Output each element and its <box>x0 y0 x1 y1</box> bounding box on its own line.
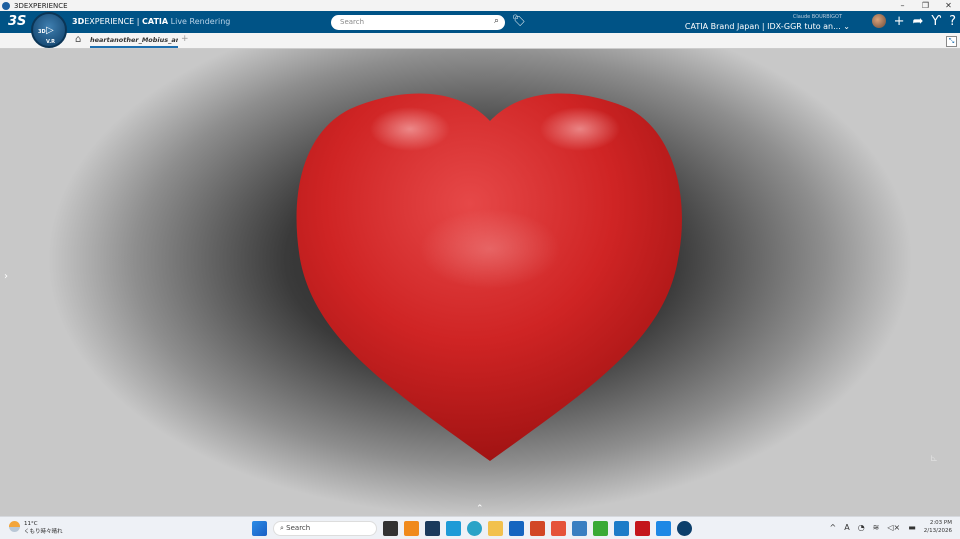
close-button[interactable]: ✕ <box>937 0 960 11</box>
tag-icon[interactable]: 🏷 <box>512 14 526 27</box>
fullscreen-icon[interactable]: ⤡ <box>946 36 957 47</box>
logitech-icon[interactable] <box>446 521 461 536</box>
play-icon[interactable]: ▷ <box>46 25 54 36</box>
action-bar-toggle-icon[interactable]: ⌃ <box>476 504 484 514</box>
start-icon[interactable] <box>252 521 267 536</box>
app-chart-icon[interactable] <box>614 521 629 536</box>
task-view-icon[interactable] <box>383 521 398 536</box>
community-icon[interactable]: Ƴ <box>931 14 941 30</box>
add-tab-button[interactable]: + <box>181 34 189 44</box>
search-input[interactable]: Search ⌕ <box>331 15 505 30</box>
axis-triad-icon[interactable]: ⊾ <box>930 453 938 464</box>
wifi-icon[interactable]: ≋ <box>873 523 880 532</box>
ds-logo-icon[interactable]: 3S <box>8 14 26 29</box>
weather-icon <box>9 521 20 532</box>
tab-bar: ⌂ heartanother_Mobius_anot + ⤡ <box>0 33 960 49</box>
3dexperience-icon[interactable] <box>677 521 692 536</box>
weather-widget[interactable]: 11°C くもり時々晴れ <box>9 521 63 535</box>
acrobat-icon[interactable] <box>635 521 650 536</box>
app-c-green-icon[interactable] <box>593 521 608 536</box>
volume-icon[interactable]: ◁× <box>887 523 900 532</box>
3d-viewport[interactable]: › ⌃ ⊾ <box>0 49 960 516</box>
app-brand: 3DEXPERIENCE | CATIA Live Rendering <box>72 17 231 26</box>
app-s-blue-icon[interactable] <box>572 521 587 536</box>
chevron-up-icon[interactable]: ^ <box>830 523 837 532</box>
battery-icon[interactable]: ▬ <box>908 523 916 532</box>
top-bar: 3S 3DEXPERIENCE | CATIA Live Rendering S… <box>0 11 960 33</box>
ime-icon[interactable]: A <box>844 523 849 532</box>
window-titlebar: 3DEXPERIENCE – ❐ ✕ <box>0 0 960 11</box>
app-c-blue-icon[interactable] <box>656 521 671 536</box>
expand-panel-icon[interactable]: › <box>4 271 8 282</box>
system-tray: ^ A ◔ ≋ ◁× ▬ 2:03 PM 2/13/2026 <box>830 519 953 535</box>
search-icon[interactable]: ⌕ <box>494 16 499 26</box>
edge-icon[interactable] <box>467 521 482 536</box>
vlc-icon[interactable] <box>404 521 419 536</box>
home-icon[interactable]: ⌂ <box>75 34 81 45</box>
minimize-button[interactable]: – <box>891 0 914 11</box>
compass-widget[interactable]: 3D ▷ V.R <box>31 12 67 48</box>
windows-taskbar: 11°C くもり時々晴れ ⌕ Search ^ A ◔ ≋ ◁× ▬ 2:03 P… <box>0 516 960 539</box>
tenant-selector[interactable]: CATIA Brand Japan | IDX-GGR tuto an... ⌄ <box>685 22 850 31</box>
taskbar-search[interactable]: ⌕ Search <box>273 521 377 536</box>
clock-app-icon[interactable]: ◔ <box>858 523 865 532</box>
avatar[interactable] <box>871 14 886 28</box>
app-s-red-icon[interactable] <box>551 521 566 536</box>
restore-button[interactable]: ❐ <box>914 0 937 11</box>
heart-model <box>296 93 682 461</box>
file-explorer-icon[interactable] <box>488 521 503 536</box>
tab-heartanother[interactable]: heartanother_Mobius_anot <box>90 36 178 48</box>
help-icon[interactable]: ? <box>949 14 956 30</box>
app-logo-icon <box>2 1 10 10</box>
add-icon[interactable]: + <box>894 14 905 30</box>
share-icon[interactable]: ➦ <box>913 14 924 30</box>
powerpoint-icon[interactable] <box>530 521 545 536</box>
clock[interactable]: 2:03 PM 2/13/2026 <box>924 519 952 535</box>
outlook-icon[interactable] <box>509 521 524 536</box>
window-title: 3DEXPERIENCE <box>14 1 68 10</box>
user-name: Claude BOURBIGOT <box>792 14 842 20</box>
app-circle-icon[interactable] <box>425 521 440 536</box>
